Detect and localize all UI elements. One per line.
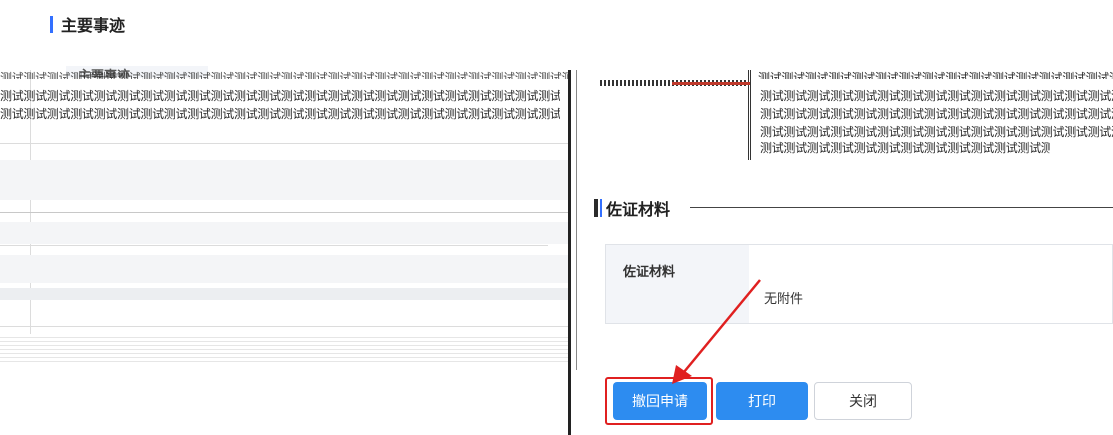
arrow-shaft [683,279,761,373]
annotation-arrow [672,279,761,384]
